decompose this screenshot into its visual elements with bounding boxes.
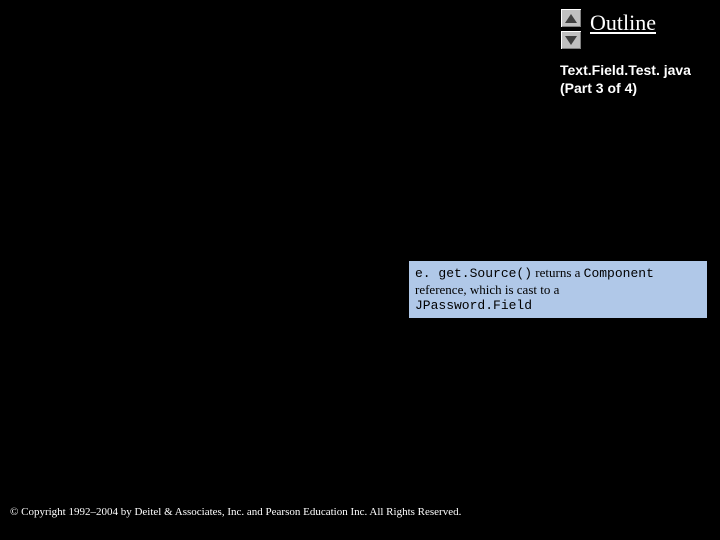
callout-text-returns: returns a bbox=[532, 265, 584, 280]
outline-heading: Outline bbox=[590, 10, 656, 36]
copyright-text: © Copyright 1992–2004 by Deitel & Associ… bbox=[10, 506, 461, 518]
callout-code-jpasswordfield: JPassword.Field bbox=[415, 298, 532, 313]
callout-box: e. get.Source() returns a Component refe… bbox=[408, 260, 708, 319]
callout-code-component: Component bbox=[584, 266, 654, 281]
callout-code-getsource: e. get.Source() bbox=[415, 266, 532, 281]
callout-arrow bbox=[235, 270, 410, 295]
arrow-up-icon bbox=[565, 14, 577, 23]
file-part: (Part 3 of 4) bbox=[560, 80, 691, 98]
nav-down-button[interactable] bbox=[560, 30, 582, 50]
callout-text-reference: reference, which is cast to a bbox=[415, 282, 559, 297]
nav-buttons bbox=[560, 8, 582, 50]
nav-up-button[interactable] bbox=[560, 8, 582, 28]
file-name: Text.Field.Test. java bbox=[560, 62, 691, 80]
arrow-down-icon bbox=[565, 36, 577, 45]
file-info: Text.Field.Test. java (Part 3 of 4) bbox=[560, 62, 691, 97]
